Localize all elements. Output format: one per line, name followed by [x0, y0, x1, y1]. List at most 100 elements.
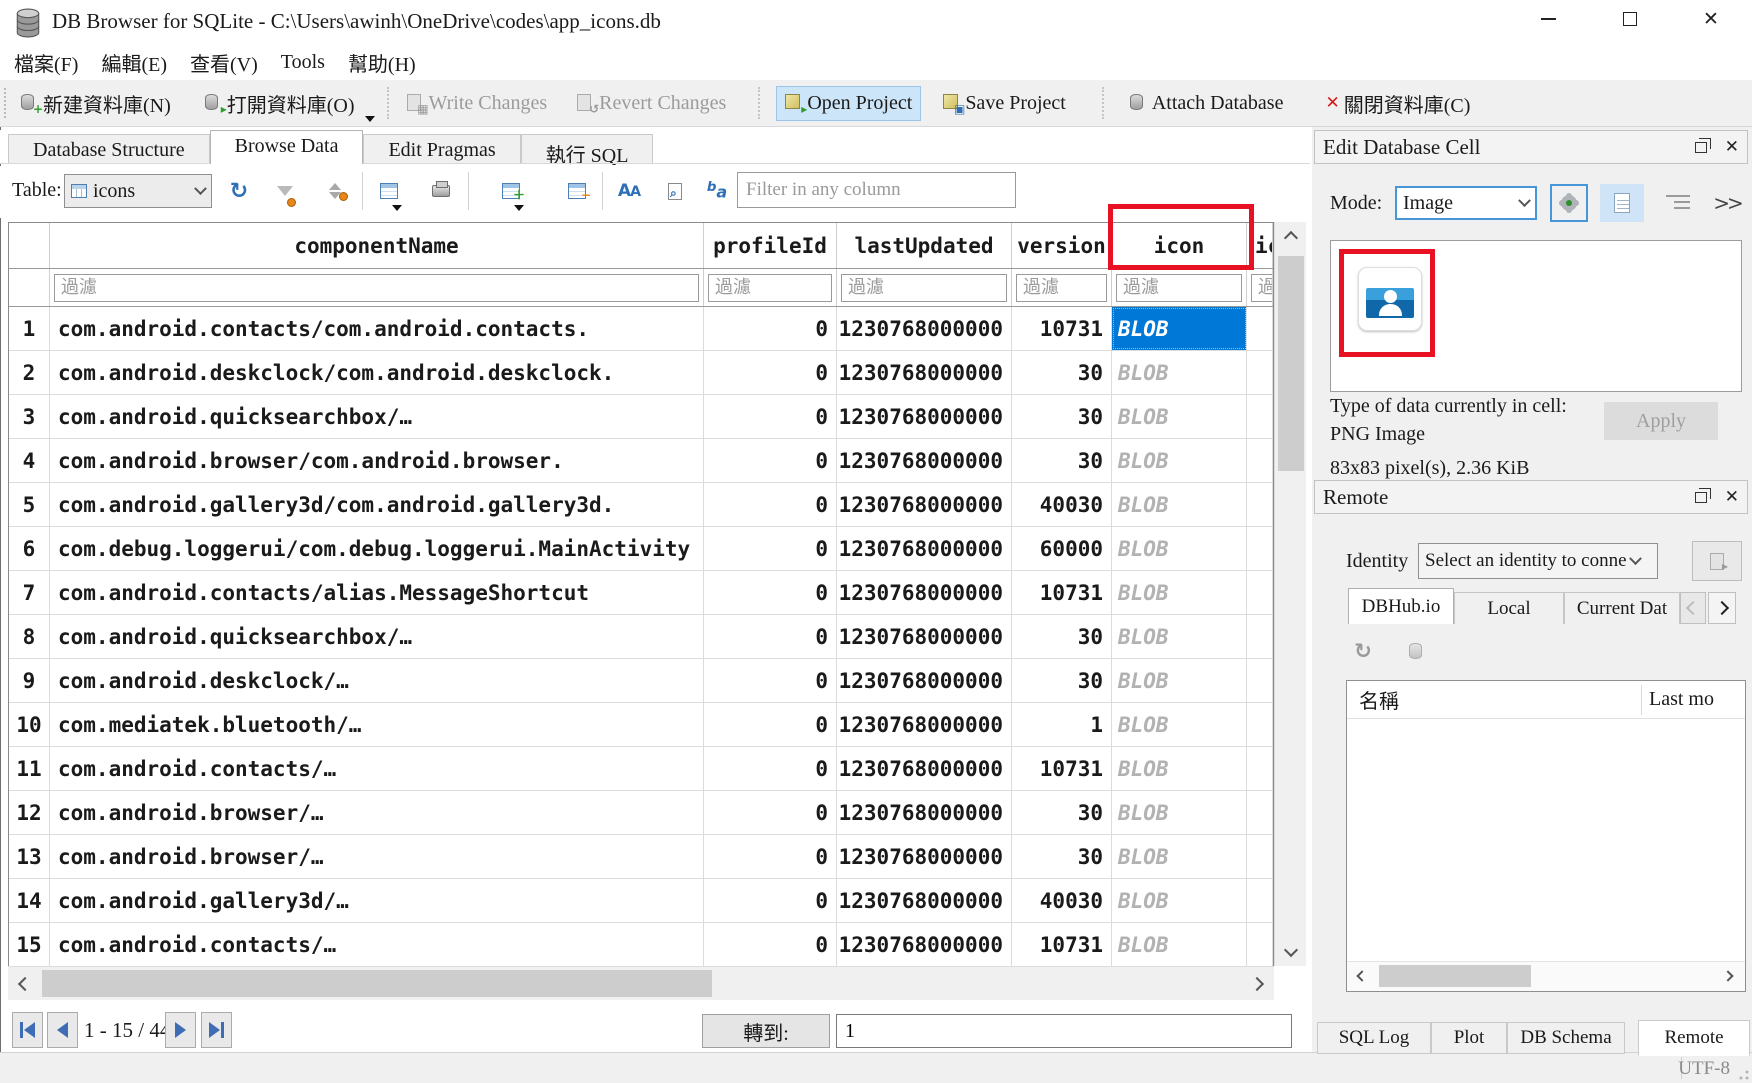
auto-switch-mode-button[interactable]	[1550, 184, 1588, 222]
cell-lastupdated[interactable]: 1230768000000	[837, 703, 1012, 746]
row-number[interactable]: 9	[9, 659, 50, 702]
toolbar-overflow-button[interactable]: >>	[1710, 187, 1744, 219]
edit-cell-panel-header[interactable]: Edit Database Cell ✕	[1314, 130, 1748, 164]
cell-profileid[interactable]: 0	[704, 747, 837, 790]
menu-view[interactable]: 查看(V)	[182, 44, 273, 81]
clear-sorting-button[interactable]	[318, 174, 352, 208]
title-bar[interactable]: DB Browser for SQLite - C:\Users\awinh\O…	[0, 0, 1752, 44]
row-number[interactable]: 7	[9, 571, 50, 614]
cell-componentname[interactable]: com.android.contacts/…	[50, 747, 704, 790]
cell-componentname[interactable]: com.android.quicksearchbox/…	[50, 395, 704, 438]
last-record-button[interactable]	[201, 1012, 232, 1048]
cell-icon[interactable]: BLOB	[1112, 483, 1247, 526]
delete-record-button[interactable]: −	[560, 174, 594, 208]
cell-version[interactable]: 30	[1012, 351, 1112, 394]
float-panel-icon[interactable]	[1695, 142, 1707, 153]
attach-database-button[interactable]: Attach Database	[1122, 87, 1292, 120]
row-number[interactable]: 15	[9, 923, 50, 966]
vertical-scrollbar[interactable]	[1274, 222, 1306, 966]
cell-componentname[interactable]: com.android.gallery3d/com.android.galler…	[50, 483, 704, 526]
print-button[interactable]	[424, 174, 458, 208]
cell-componentname[interactable]: com.android.deskclock/…	[50, 659, 704, 702]
cell-componentname[interactable]: com.android.browser/…	[50, 835, 704, 878]
cell-lastupdated[interactable]: 1230768000000	[837, 395, 1012, 438]
cell-componentname[interactable]: com.android.contacts/com.android.contact…	[50, 307, 704, 350]
column-header-lastupdated[interactable]: lastUpdated	[837, 223, 1012, 268]
float-panel-icon[interactable]	[1695, 492, 1707, 503]
tab-browse-data[interactable]: Browse Data	[210, 130, 364, 164]
cell-lastupdated[interactable]: 1230768000000	[837, 439, 1012, 482]
cell-lastupdated[interactable]: 1230768000000	[837, 791, 1012, 834]
next-record-button[interactable]	[165, 1012, 196, 1048]
word-wrap-button[interactable]	[1660, 187, 1696, 219]
goto-record-input[interactable]	[836, 1014, 1292, 1048]
menu-help[interactable]: 幫助(H)	[340, 44, 431, 81]
save-table-button[interactable]	[372, 174, 406, 208]
cell-icon[interactable]: BLOB	[1112, 439, 1247, 482]
insert-record-dropdown[interactable]	[514, 205, 524, 211]
cell-profileid[interactable]: 0	[704, 703, 837, 746]
menu-edit[interactable]: 編輯(E)	[93, 44, 182, 81]
cell-clipped[interactable]	[1247, 307, 1273, 350]
identity-selector[interactable]: Select an identity to conne	[1418, 543, 1658, 579]
cell-icon[interactable]: BLOB	[1112, 703, 1247, 746]
remote-tab-current-database[interactable]: Current Dat	[1564, 592, 1680, 624]
tab-database-structure[interactable]: Database Structure	[8, 134, 210, 164]
row-number[interactable]: 4	[9, 439, 50, 482]
dock-tab-plot[interactable]: Plot	[1431, 1022, 1507, 1054]
row-number[interactable]: 2	[9, 351, 50, 394]
cell-profileid[interactable]: 0	[704, 615, 837, 658]
refresh-button[interactable]: ↻	[222, 174, 256, 208]
vertical-scroll-thumb[interactable]	[1278, 256, 1304, 471]
cell-lastupdated[interactable]: 1230768000000	[837, 835, 1012, 878]
cell-lastupdated[interactable]: 1230768000000	[837, 483, 1012, 526]
cell-clipped[interactable]	[1247, 395, 1273, 438]
goto-button[interactable]: 轉到:	[702, 1014, 830, 1048]
remote-tab-local[interactable]: Local	[1454, 592, 1564, 624]
cell-icon[interactable]: BLOB	[1112, 351, 1247, 394]
remote-list-header-lastmodified[interactable]: Last mo	[1649, 688, 1714, 711]
table-selector[interactable]: icons	[64, 174, 212, 208]
close-button[interactable]: ✕	[1688, 2, 1734, 36]
cell-version[interactable]: 30	[1012, 395, 1112, 438]
cell-profileid[interactable]: 0	[704, 395, 837, 438]
find-in-table-button[interactable]: ⌕	[658, 174, 692, 208]
open-database-dropdown[interactable]	[365, 116, 375, 122]
cell-componentname[interactable]: com.android.browser/…	[50, 791, 704, 834]
scroll-right-button[interactable]	[1240, 967, 1274, 1000]
cell-clipped[interactable]	[1247, 703, 1273, 746]
horizontal-scrollbar[interactable]	[8, 966, 1274, 1000]
cell-lastupdated[interactable]: 1230768000000	[837, 527, 1012, 570]
cell-lastupdated[interactable]: 1230768000000	[837, 923, 1012, 966]
cell-clipped[interactable]	[1247, 791, 1273, 834]
save-table-dropdown[interactable]	[392, 205, 402, 211]
save-project-button[interactable]: ▣ Save Project	[935, 87, 1074, 120]
cell-icon[interactable]: BLOB	[1112, 835, 1247, 878]
revert-changes-button[interactable]: ↺ Revert Changes	[569, 87, 734, 120]
cell-image-preview[interactable]	[1330, 240, 1742, 392]
scroll-up-button[interactable]	[1275, 222, 1307, 254]
column-header-profileid[interactable]: profileId	[704, 223, 837, 268]
scroll-thumb[interactable]	[1379, 965, 1531, 987]
column-header-componentname[interactable]: componentName	[50, 223, 704, 268]
cell-profileid[interactable]: 0	[704, 527, 837, 570]
remote-list-scrollbar[interactable]	[1347, 961, 1745, 991]
open-project-button[interactable]: ▸ Open Project	[776, 86, 921, 121]
cell-clipped[interactable]	[1247, 527, 1273, 570]
scroll-left-button[interactable]	[8, 967, 42, 1000]
cell-clipped[interactable]	[1247, 351, 1273, 394]
tab-execute-sql[interactable]: 執行 SQL	[521, 134, 654, 164]
filter-input-icon[interactable]	[1116, 274, 1242, 302]
cell-componentname[interactable]: com.android.contacts/alias.MessageShortc…	[50, 571, 704, 614]
encoding-indicator[interactable]: UTF-8	[1678, 1058, 1730, 1080]
resize-grip[interactable]	[1739, 1070, 1749, 1080]
dock-tab-remote[interactable]: Remote	[1638, 1020, 1750, 1056]
cell-version[interactable]: 30	[1012, 835, 1112, 878]
scroll-right-button[interactable]	[1715, 962, 1741, 990]
cell-icon[interactable]: BLOB	[1112, 879, 1247, 922]
new-database-button[interactable]: + 新建資料庫(N)	[13, 84, 179, 123]
open-database-button[interactable]: ▸ 打開資料庫(O)	[197, 84, 363, 123]
column-divider[interactable]	[1641, 685, 1642, 715]
import-certificate-button[interactable]: ▸	[1692, 541, 1742, 581]
global-filter-input[interactable]	[737, 172, 1016, 208]
